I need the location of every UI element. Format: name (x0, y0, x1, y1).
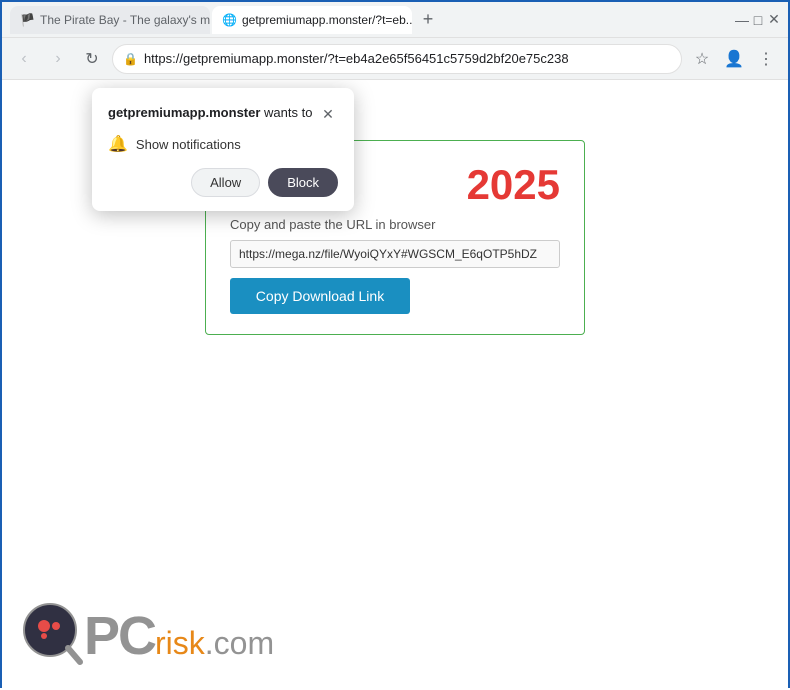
browser-tab-active[interactable]: 🌐 getpremiumapp.monster/?t=eb... ✕ (212, 6, 412, 34)
toolbar-right: ☆ 👤 ⋮ (688, 45, 780, 73)
pcrisk-logo: PC risk .com (22, 602, 274, 670)
url-label: Copy and paste the URL in browser (230, 217, 560, 232)
window-controls: — □ ✕ (736, 14, 780, 26)
notification-popup: getpremiumapp.monster wants to ✕ 🔔 Show … (92, 88, 354, 211)
menu-button[interactable]: ⋮ (752, 45, 780, 73)
forward-button[interactable]: › (44, 45, 72, 73)
tab-favicon-active: 🌐 (222, 13, 236, 27)
browser-toolbar: ‹ › ↻ 🔒 https://getpremiumapp.monster/?t… (2, 38, 788, 80)
address-bar[interactable]: 🔒 https://getpremiumapp.monster/?t=eb4a2… (112, 44, 682, 74)
tab-label-piratebay: The Pirate Bay - The galaxy's m... (40, 13, 210, 27)
profile-button[interactable]: 👤 (720, 45, 748, 73)
popup-notification-label: Show notifications (136, 137, 241, 152)
back-button[interactable]: ‹ (10, 45, 38, 73)
browser-titlebar: 🏴 The Pirate Bay - The galaxy's m... ✕ 🌐… (2, 2, 788, 38)
lock-icon: 🔒 (123, 52, 138, 66)
address-url: https://getpremiumapp.monster/?t=eb4a2e6… (144, 51, 569, 66)
pcrisk-pc-text: PC (84, 609, 155, 663)
popup-close-button[interactable]: ✕ (318, 104, 338, 124)
popup-notification-row: 🔔 Show notifications (108, 134, 338, 154)
minimize-button[interactable]: — (736, 14, 748, 26)
popup-site-name: getpremiumapp.monster (108, 105, 260, 120)
copy-download-link-button[interactable]: Copy Download Link (230, 278, 410, 314)
block-button[interactable]: Block (268, 168, 338, 197)
tab-bar: 🏴 The Pirate Bay - The galaxy's m... ✕ 🌐… (10, 6, 732, 34)
popup-buttons: Allow Block (108, 168, 338, 197)
maximize-button[interactable]: □ (752, 14, 764, 26)
pcrisk-com-text: .com (205, 625, 274, 662)
popup-title: getpremiumapp.monster wants to (108, 104, 318, 122)
pcrisk-risk-text: risk (155, 625, 205, 662)
bell-icon: 🔔 (108, 134, 128, 154)
popup-wants-to: wants to (260, 105, 312, 120)
new-tab-button[interactable]: + (414, 6, 442, 34)
pcrisk-text-group: PC risk .com (84, 609, 274, 663)
pcrisk-magnifier-icon (22, 602, 84, 670)
pcrisk-watermark: PC risk .com (22, 602, 274, 670)
popup-header: getpremiumapp.monster wants to ✕ (108, 104, 338, 124)
page-content: getpremiumapp.monster wants to ✕ 🔔 Show … (2, 80, 788, 690)
tab-label-active: getpremiumapp.monster/?t=eb... (242, 13, 412, 27)
tab-favicon-piratebay: 🏴 (20, 13, 34, 27)
allow-button[interactable]: Allow (191, 168, 260, 197)
reload-button[interactable]: ↻ (78, 45, 106, 73)
browser-tab-piratebay[interactable]: 🏴 The Pirate Bay - The galaxy's m... ✕ (10, 6, 210, 34)
bookmark-button[interactable]: ☆ (688, 45, 716, 73)
close-button[interactable]: ✕ (768, 14, 780, 26)
url-display: https://mega.nz/file/WyoiQYxY#WGSCM_E6qO… (230, 240, 560, 268)
